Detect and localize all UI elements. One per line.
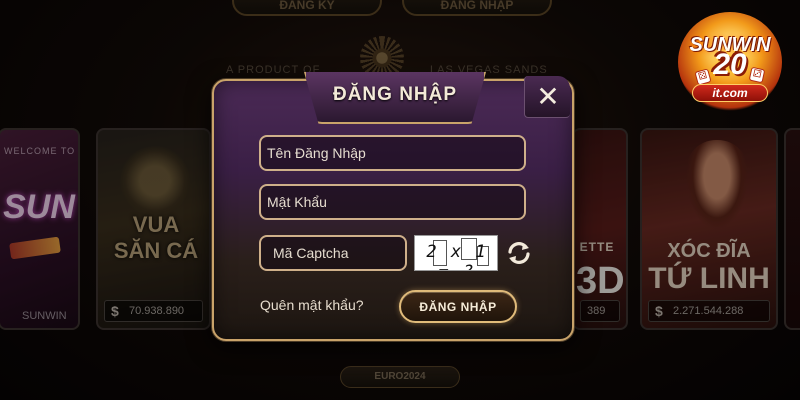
captcha-input[interactable] [259,235,407,271]
dialog-title: ĐĂNG NHẬP [332,84,458,105]
refresh-captcha-button[interactable] [506,240,532,266]
username-input[interactable] [259,135,526,171]
close-button[interactable]: ✕ [524,76,570,118]
login-submit-button[interactable]: ĐĂNG NHẬP [399,290,517,323]
brand-logo: ⚄ ⚂ SUNWIN 20 it.com [668,12,792,112]
password-input[interactable] [259,184,526,220]
refresh-icon [508,242,530,264]
logo-domain-text: it.com [692,84,768,102]
captcha-text: 2 x 1 = ? [426,242,488,270]
close-icon: ✕ [536,81,560,112]
logo-number-text: 20 [713,48,747,81]
forgot-password-link[interactable]: Quên mật khẩu? [260,297,364,313]
captcha-image: 2 x 1 = ? [414,235,498,271]
